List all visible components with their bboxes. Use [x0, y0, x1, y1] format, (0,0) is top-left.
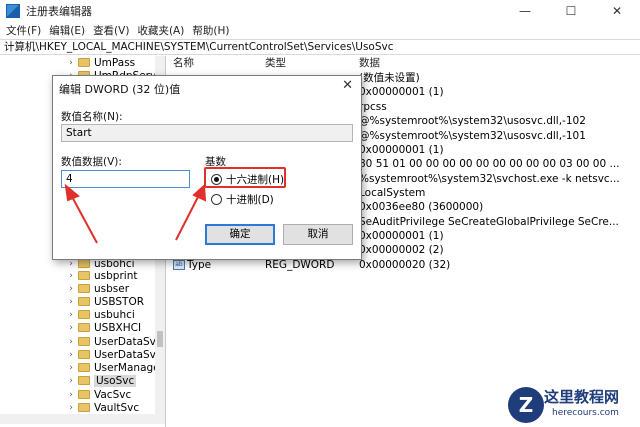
- menu-edit[interactable]: 编辑(E): [49, 23, 85, 38]
- menu-file[interactable]: 文件(F): [6, 23, 41, 38]
- folder-icon: [78, 310, 90, 319]
- edit-dword-dialog: 编辑 DWORD (32 位)值 ✕ 数值名称(N): Start 数值数据(V…: [52, 75, 362, 260]
- column-header-type[interactable]: 类型: [265, 56, 286, 70]
- reg-binary-value-icon: ab: [173, 260, 185, 270]
- chevron-right-icon[interactable]: ›: [66, 337, 76, 347]
- column-header-name[interactable]: 名称: [173, 56, 194, 70]
- chevron-right-icon[interactable]: ›: [66, 390, 76, 400]
- menu-view[interactable]: 查看(V): [93, 23, 129, 38]
- title-bar: 注册表编辑器 — ☐ ✕: [0, 0, 640, 22]
- chevron-right-icon[interactable]: ›: [66, 58, 76, 68]
- folder-icon: [78, 403, 90, 412]
- close-window-button[interactable]: ✕: [594, 0, 640, 22]
- value-name-label: 数值名称(N):: [61, 111, 123, 123]
- ok-button[interactable]: 确定: [205, 224, 275, 245]
- menu-bar: 文件(F) 编辑(E) 查看(V) 收藏夹(A) 帮助(H): [0, 22, 640, 38]
- chevron-right-icon[interactable]: ›: [66, 271, 76, 281]
- chevron-right-icon[interactable]: ›: [66, 403, 76, 413]
- tree-item-usbstor[interactable]: › USBSTOR: [66, 295, 144, 308]
- regedit-app-icon: [6, 4, 20, 18]
- folder-icon: [78, 58, 90, 67]
- chevron-right-icon[interactable]: ›: [66, 376, 76, 386]
- value-data-label: 数值数据(V):: [61, 156, 122, 168]
- window-controls: — ☐ ✕: [502, 0, 640, 22]
- folder-icon: [78, 284, 90, 293]
- folder-icon: [78, 323, 90, 332]
- tree-item-userdatasvc[interactable]: › UserDataSvc: [66, 335, 161, 348]
- watermark-title: 这里教程网: [544, 388, 620, 406]
- tree-item-usbser[interactable]: › usbser: [66, 282, 129, 295]
- value-row-type[interactable]: ab Type REG_DWORD 0x00000020 (32): [167, 258, 640, 272]
- radio-unselected-icon[interactable]: [211, 194, 222, 205]
- value-name-field: Start: [61, 124, 353, 142]
- folder-icon: [78, 271, 90, 280]
- folder-icon: [78, 363, 90, 372]
- window-title: 注册表编辑器: [26, 5, 92, 18]
- folder-icon: [78, 350, 90, 359]
- folder-icon: [78, 297, 90, 306]
- chevron-right-icon[interactable]: ›: [66, 284, 76, 294]
- radio-decimal[interactable]: 十进制(D): [211, 192, 274, 207]
- tree-item-usosvc[interactable]: › UsoSvc: [66, 374, 137, 387]
- tree-horizontal-scrollbar[interactable]: [0, 414, 165, 424]
- chevron-right-icon[interactable]: ›: [66, 350, 76, 360]
- folder-icon: [78, 337, 90, 346]
- tree-item-vacsvc[interactable]: › VacSvc: [66, 388, 131, 401]
- column-header-data[interactable]: 数据: [359, 56, 380, 70]
- tree-item-usbprint[interactable]: › usbprint: [66, 269, 137, 282]
- tree-scroll-thumb[interactable]: [157, 331, 163, 347]
- folder-icon: [78, 259, 90, 268]
- chevron-right-icon[interactable]: ›: [66, 363, 76, 373]
- svg-text:Z: Z: [519, 393, 534, 417]
- radio-selected-icon[interactable]: [211, 174, 222, 185]
- tree-item-vaultsvc[interactable]: › VaultSvc: [66, 401, 139, 414]
- tree-item-umpass[interactable]: › UmPass: [66, 56, 135, 69]
- dialog-close-button[interactable]: ✕: [342, 78, 353, 93]
- folder-icon: [78, 376, 90, 385]
- chevron-right-icon[interactable]: ›: [66, 323, 76, 333]
- tree-item-usbuhci[interactable]: › usbuhci: [66, 308, 135, 321]
- minimize-button[interactable]: —: [502, 0, 548, 22]
- value-data-input[interactable]: 4: [61, 170, 190, 188]
- menu-favorites[interactable]: 收藏夹(A): [137, 23, 184, 38]
- tree-item-usermanager[interactable]: › UserManager: [66, 361, 164, 374]
- tree-item-userdatasvc-4[interactable]: › UserDataSvc_4: [66, 348, 165, 361]
- folder-icon: [78, 390, 90, 399]
- address-bar[interactable]: 计算机\HKEY_LOCAL_MACHINE\SYSTEM\CurrentCon…: [0, 39, 640, 55]
- radio-hex[interactable]: 十六进制(H): [211, 172, 284, 187]
- cancel-button[interactable]: 取消: [283, 224, 353, 245]
- dialog-title: 编辑 DWORD (32 位)值: [59, 83, 181, 96]
- maximize-button[interactable]: ☐: [548, 0, 594, 22]
- menu-help[interactable]: 帮助(H): [192, 23, 229, 38]
- tree-item-usbxhci[interactable]: › USBXHCI: [66, 321, 141, 334]
- chevron-right-icon[interactable]: ›: [66, 297, 76, 307]
- chevron-right-icon[interactable]: ›: [66, 310, 76, 320]
- chevron-right-icon[interactable]: ›: [66, 259, 76, 269]
- watermark-url: herecours.com: [552, 408, 619, 418]
